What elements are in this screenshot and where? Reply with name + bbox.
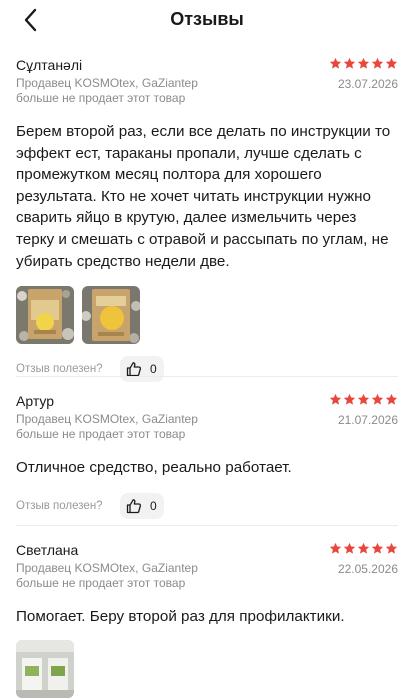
header: Отзывы — [0, 0, 414, 40]
star-icon — [385, 57, 398, 69]
star-icon — [371, 542, 384, 554]
seller-notice: больше не продает этот товар — [16, 91, 186, 105]
review-card: Светлана Продавец KOSMOtex, GaZiantep 22… — [0, 542, 414, 698]
seller-notice: больше не продает этот товар — [16, 576, 186, 590]
star-icon — [371, 57, 384, 69]
rating-stars — [329, 542, 398, 555]
star-icon — [357, 57, 370, 69]
star-icon — [371, 393, 384, 405]
divider — [16, 525, 398, 526]
helpful-label: Отзыв полезен? — [16, 363, 103, 376]
helpful-label: Отзыв полезен? — [16, 499, 103, 512]
review-card: Артур Продавец KOSMOtex, GaZiantep 21.07… — [0, 393, 414, 519]
page-title: Отзывы — [170, 9, 244, 29]
review-text: Берем второй раз, если все делать по инс… — [16, 123, 391, 270]
helpful-row: Отзыв полезен? 0 — [16, 356, 398, 383]
divider — [16, 376, 398, 377]
review-photo[interactable] — [82, 286, 140, 345]
review-photos — [16, 639, 398, 698]
star-icon — [357, 542, 370, 554]
thumbs-up-icon — [126, 498, 142, 513]
like-button[interactable]: 0 — [120, 356, 164, 383]
review-photos — [16, 286, 398, 345]
review-card: Сұлтанәлі Продавец KOSMOtex, GaZiantep 2… — [0, 57, 414, 383]
rating-stars — [329, 57, 398, 70]
star-icon — [329, 542, 342, 554]
seller-notice: больше не продает этот товар — [16, 427, 186, 441]
star-icon — [385, 393, 398, 405]
rating-stars — [329, 393, 398, 406]
star-icon — [357, 393, 370, 405]
review-text: Отличное средство, реально работает. — [16, 459, 292, 476]
review-text: Помогает. Беру второй раз для профилакти… — [16, 608, 345, 625]
review-photo[interactable] — [16, 286, 74, 345]
review-date: 23.07.2026 — [337, 77, 398, 91]
like-count: 0 — [150, 498, 157, 513]
review-date: 21.07.2026 — [337, 413, 398, 427]
like-button[interactable]: 0 — [120, 492, 164, 519]
star-icon — [329, 393, 342, 405]
thumbs-up-icon — [126, 362, 142, 377]
star-icon — [343, 542, 356, 554]
star-icon — [343, 393, 356, 405]
like-count: 0 — [150, 362, 157, 377]
star-icon — [385, 542, 398, 554]
helpful-row: Отзыв полезен? 0 — [16, 492, 398, 519]
star-icon — [329, 57, 342, 69]
review-photo[interactable] — [16, 639, 74, 698]
review-date: 22.05.2026 — [337, 562, 398, 576]
star-icon — [343, 57, 356, 69]
